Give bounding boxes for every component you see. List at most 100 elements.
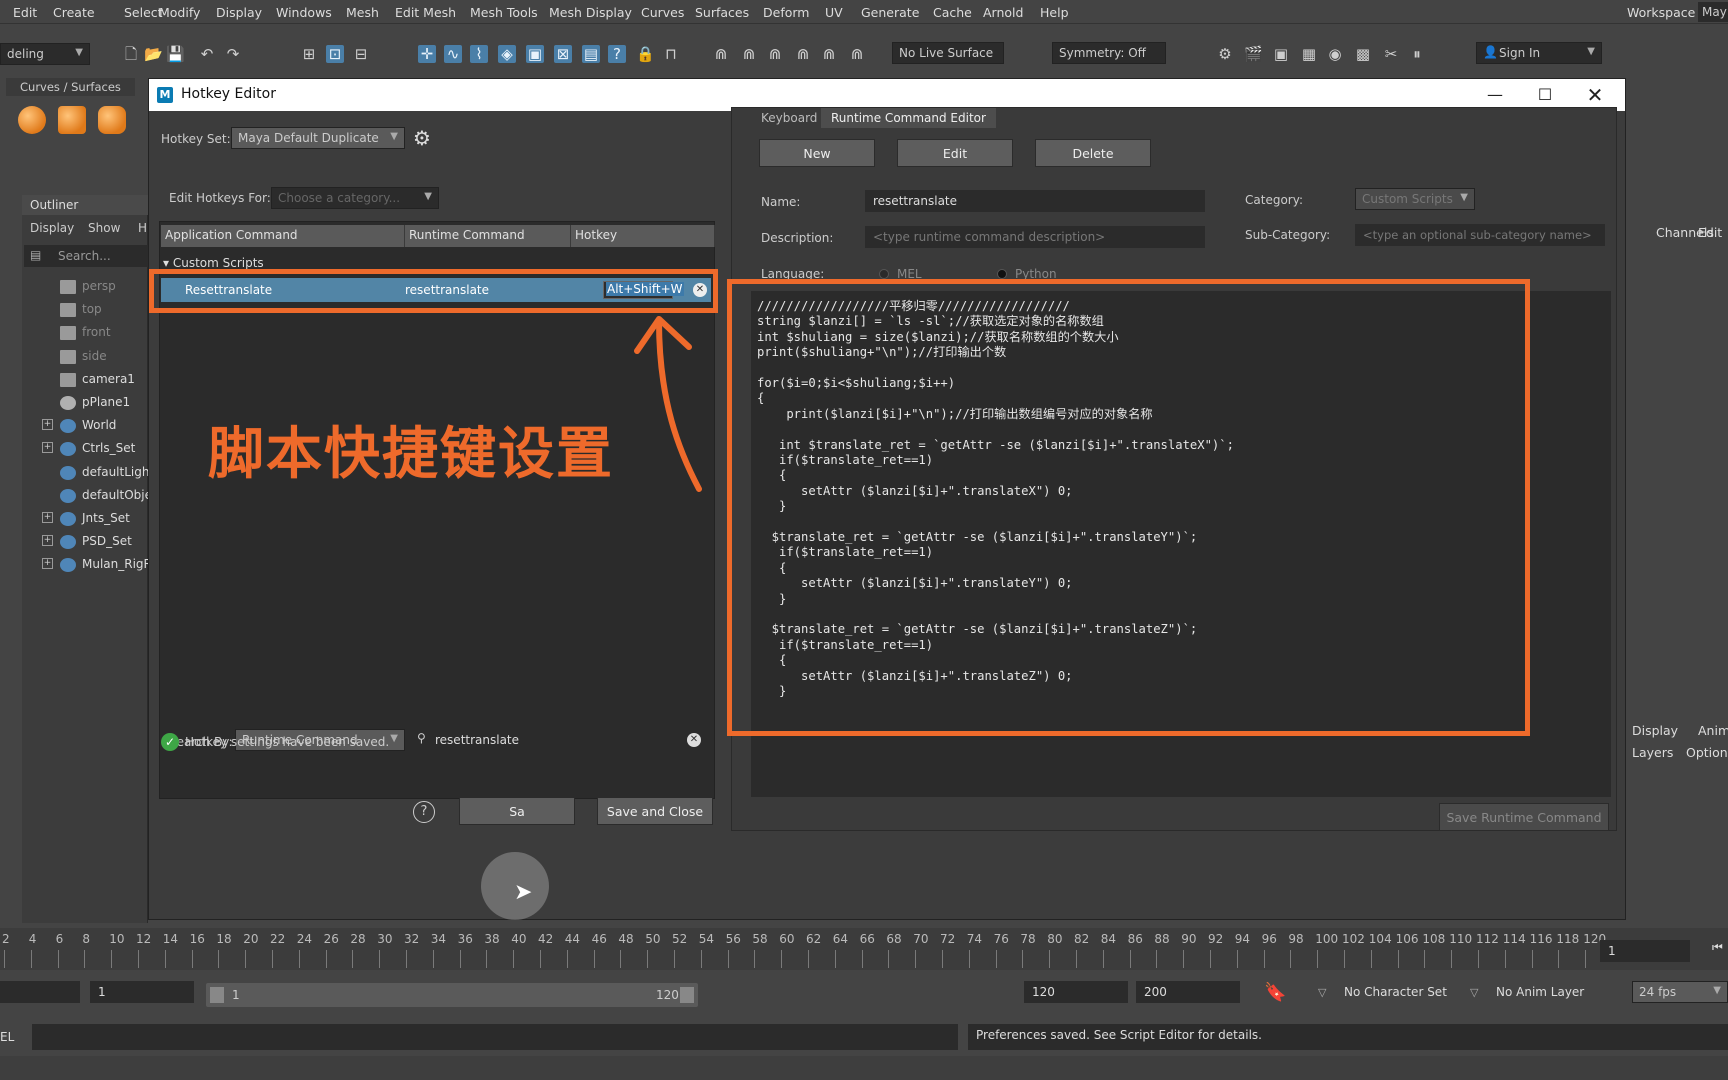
menu-select[interactable]: Select	[124, 5, 163, 20]
lock-icon[interactable]: 🔒	[636, 45, 655, 63]
fps-dropdown[interactable]: 24 fps ▼	[1632, 981, 1728, 1003]
display-tab[interactable]: Display	[1632, 723, 1678, 738]
snap-edge-icon[interactable]: ⊠	[554, 45, 572, 63]
menu-create[interactable]: Create	[53, 5, 95, 20]
anim-end-field[interactable]: 200	[1136, 981, 1240, 1003]
nurbs-cylinder-icon[interactable]	[98, 106, 126, 134]
save-and-close-button[interactable]: Save and Close	[597, 797, 713, 825]
menu-mesh[interactable]: Mesh	[346, 5, 379, 20]
ipr-render-icon[interactable]: ▣	[1272, 45, 1290, 63]
menu-uv[interactable]: UV	[825, 5, 843, 20]
undo-icon[interactable]: ↶	[198, 45, 216, 63]
layers-menu[interactable]: Layers	[1632, 745, 1673, 760]
anim-start-field[interactable]	[0, 981, 80, 1003]
column-runtime-command[interactable]: Runtime Command	[405, 225, 571, 247]
clear-search-icon[interactable]: ✕	[687, 733, 701, 747]
render-settings-icon[interactable]: ⚙	[1216, 45, 1234, 63]
menu-modify[interactable]: Modify	[159, 5, 200, 20]
menu-mesh-tools[interactable]: Mesh Tools	[470, 5, 538, 20]
outliner-menu-display[interactable]: Display	[30, 221, 74, 235]
snap-point-magnet-icon[interactable]: ⋒	[766, 45, 784, 63]
minimize-button[interactable]: —	[1483, 83, 1507, 107]
subcategory-input[interactable]: <type an optional sub-category name>	[1355, 224, 1605, 246]
range-end-handle[interactable]	[680, 987, 694, 1003]
hotkey-set-dropdown[interactable]: Maya Default Duplicate ▼	[231, 127, 405, 149]
save-button[interactable]: Sa	[459, 797, 575, 825]
outliner-item[interactable]: + World	[22, 416, 148, 436]
command-input[interactable]	[32, 1024, 958, 1050]
outliner-item[interactable]: top	[22, 300, 148, 320]
outliner-item[interactable]: camera1	[22, 370, 148, 390]
snap-point-icon[interactable]: ⌇	[470, 45, 488, 63]
help-icon[interactable]: ?	[413, 801, 435, 823]
menu-deform[interactable]: Deform	[763, 5, 809, 20]
sign-in-button[interactable]: 👤 Sign In ▼	[1476, 42, 1602, 64]
category-dropdown-runtime[interactable]: Custom Scripts ▼	[1355, 188, 1475, 210]
snap-curve-icon[interactable]: ∿	[444, 45, 462, 63]
workspace-dropdown[interactable]: May	[1698, 2, 1728, 22]
outliner-item[interactable]: pPlane1	[22, 393, 148, 413]
outliner-item[interactable]: + Ctrls_Set	[22, 439, 148, 459]
options-menu[interactable]: Options	[1686, 745, 1728, 760]
expand-icon[interactable]: +	[42, 535, 53, 547]
delete-button[interactable]: Delete	[1035, 139, 1151, 167]
menu-surfaces[interactable]: Surfaces	[695, 5, 749, 20]
current-frame-field[interactable]: 1	[1600, 940, 1690, 962]
outliner-item[interactable]: defaultLightSet	[22, 463, 148, 483]
playback-end-field[interactable]: 120	[1024, 981, 1128, 1003]
outliner-menu-help[interactable]: H	[138, 221, 147, 235]
menu-arnold[interactable]: Arnold	[983, 5, 1023, 20]
pause-icon[interactable]: ⏸	[1408, 45, 1426, 63]
snap-curve-magnet-icon[interactable]: ⋒	[740, 45, 758, 63]
render-setup-icon[interactable]: ▦	[1300, 45, 1318, 63]
select-object-icon[interactable]: ⊡	[326, 45, 344, 63]
hotkey-search-input[interactable]: ⚲ resettranslate	[411, 729, 701, 751]
magnet-icon[interactable]: ⊓	[662, 45, 680, 63]
column-hotkey[interactable]: Hotkey	[571, 225, 715, 247]
toggle-icon[interactable]: ✂	[1382, 45, 1400, 63]
outliner-search-input[interactable]: ▤ Search...	[24, 245, 148, 267]
outliner-item[interactable]: side	[22, 347, 148, 367]
snap-grid-icon[interactable]: ✛	[418, 45, 436, 63]
light-editor-icon[interactable]: ▩	[1354, 45, 1372, 63]
snap-view-icon[interactable]: ◈	[498, 45, 516, 63]
symmetry-dropdown[interactable]: Symmetry: Off	[1052, 42, 1166, 64]
render-frame-icon[interactable]: 🎬	[1244, 45, 1263, 63]
save-runtime-command-button[interactable]: Save Runtime Command	[1439, 803, 1609, 831]
redo-icon[interactable]: ↷	[224, 45, 242, 63]
keyframe-bookmark-icon[interactable]: 🔖	[1264, 982, 1286, 1003]
snap-projected-icon[interactable]: ⋒	[794, 45, 812, 63]
column-application-command[interactable]: Application Command	[161, 225, 405, 247]
outliner-filter-icon[interactable]: ▤	[30, 248, 41, 262]
query-icon[interactable]: ?	[608, 45, 626, 63]
group-custom-scripts[interactable]: ▾ Custom Scripts	[163, 256, 264, 270]
nurbs-sphere-icon[interactable]	[18, 106, 46, 134]
playback-start-field[interactable]: 1	[90, 981, 194, 1003]
name-input[interactable]: resettranslate	[865, 190, 1205, 212]
radio-mel[interactable]	[879, 269, 889, 279]
chevron-down-icon[interactable]: ▽	[1470, 986, 1478, 999]
snap-live-icon[interactable]: ⋒	[848, 45, 866, 63]
nurbs-cube-icon[interactable]	[58, 106, 86, 134]
open-scene-icon[interactable]: 📂	[144, 45, 163, 63]
outliner-item[interactable]: persp	[22, 277, 148, 297]
chevron-down-icon[interactable]: ▽	[1318, 986, 1326, 999]
new-scene-icon[interactable]: 🗋	[122, 45, 140, 63]
channels-edit-menu[interactable]: Edit	[1698, 225, 1722, 240]
menu-display[interactable]: Display	[216, 5, 262, 20]
tab-runtime-command-editor[interactable]: Runtime Command Editor	[821, 108, 996, 128]
new-button[interactable]: New	[759, 139, 875, 167]
select-hierarchy-icon[interactable]: ⊞	[300, 45, 318, 63]
expand-icon[interactable]: +	[42, 558, 53, 570]
radio-python[interactable]	[997, 269, 1007, 279]
snap-grid-magnet-icon[interactable]: ⋒	[712, 45, 730, 63]
outliner-item[interactable]: front	[22, 323, 148, 343]
gear-icon[interactable]: ⚙	[413, 126, 431, 150]
menu-cache[interactable]: Cache	[933, 5, 972, 20]
shelf-tab-curves-surfaces[interactable]: Curves / Surfaces	[6, 78, 135, 96]
menu-generate[interactable]: Generate	[861, 5, 919, 20]
description-input[interactable]: <type runtime command description>	[865, 226, 1205, 248]
category-dropdown[interactable]: Choose a category... ▼	[271, 187, 439, 209]
menu-edit-mesh[interactable]: Edit Mesh	[395, 5, 456, 20]
select-component-icon[interactable]: ⊟	[352, 45, 370, 63]
